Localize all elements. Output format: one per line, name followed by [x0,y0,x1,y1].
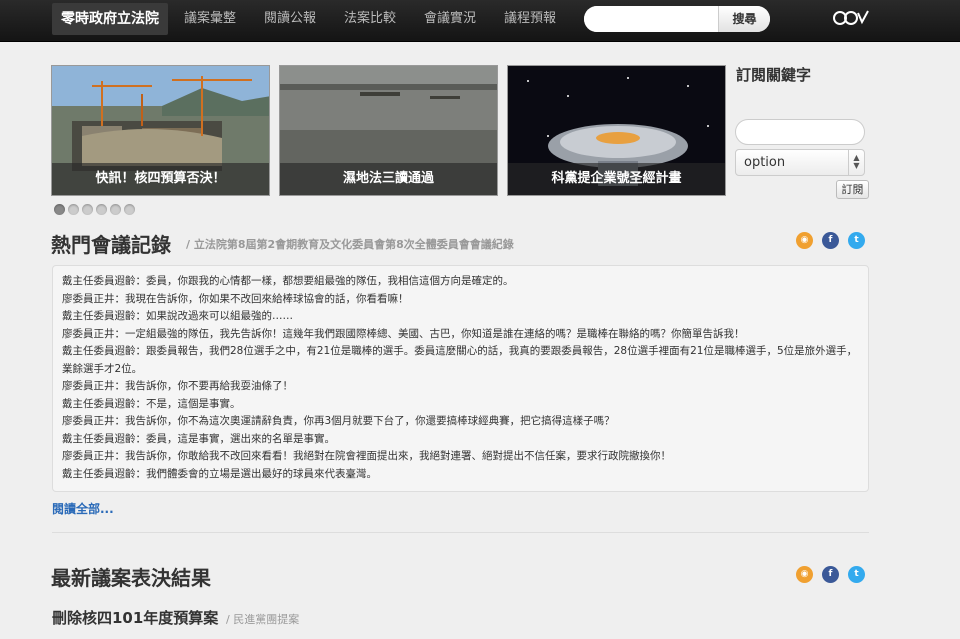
transcript-line: 戴主任委員遐齡：跟委員報告，我們28位選手之中，有21位是職棒的選手。委員這麼關… [62,345,858,375]
read-all-link[interactable]: 閱讀全部... [52,500,114,517]
transcript-line: 戴主任委員遐齡：不是，這個是事實。 [62,397,241,410]
facebook-icon[interactable]: f [822,232,839,249]
rss-icon[interactable]: ◉ [796,232,813,249]
carousel-slide-2[interactable]: 濕地法三讀通過 [279,65,498,196]
carousel-dot[interactable] [54,204,65,215]
meeting-transcript: 戴主任委員遐齡：委員，你跟我的心情都一樣，都想要組最強的隊伍，我相信這個方向是確… [52,265,869,492]
twitter-icon[interactable]: t [848,566,865,583]
transcript-line: 廖委員正井：我告訴你，你不為這次奧運請辭負責，你再3個月就要下台了，你還要搞棒球… [62,415,615,427]
facebook-icon[interactable]: f [822,566,839,583]
meeting-section-title: 熱門會議記錄 [51,233,171,257]
nav-item-agenda[interactable]: 議程預報 [504,0,556,38]
search-button[interactable]: 搜尋 [718,6,770,32]
bill-title[interactable]: 刪除核四101年度預算案 [52,607,218,628]
transcript-line: 戴主任委員遐齡：我們體委會的立場是選出最好的球員來代表臺灣。 [62,467,377,480]
transcript-line: 廖委員正井：一定組最強的隊伍，我先告訴你！這幾年我們跟國際棒總、美國、古巴，你知… [62,327,745,340]
slide-caption: 濕地法三讀通過 [280,163,497,195]
carousel-slide-1[interactable]: 快訊！核四預算否決！ [51,65,270,196]
top-navbar: 零時政府立法院 議案彙整 閱讀公報 法案比較 會議實況 議程預報 搜尋 [0,0,960,42]
g0v-logo-icon[interactable] [832,8,870,28]
subscribe-title: 訂閱關鍵字 [736,66,812,84]
carousel-dot[interactable] [82,204,93,215]
carousel-slide-3[interactable]: 科黨提企業號圣經計畫 [507,65,726,196]
meeting-section-subtitle[interactable]: / 立法院第8屆第2會期教育及文化委員會第8次全體委員會會議紀錄 [186,236,514,252]
subscribe-button[interactable]: 訂閱 [836,180,869,199]
section-divider [52,532,869,533]
nav-item-live[interactable]: 會議實況 [424,0,476,38]
search-box: 搜尋 [584,6,770,32]
select-value: option [744,155,786,170]
slide-caption: 快訊！核四預算否決！ [52,163,269,195]
select-arrows-icon: ▲ ▼ [848,150,864,175]
keyword-input[interactable] [735,119,865,145]
rss-icon[interactable]: ◉ [796,566,813,583]
bill-subtitle: / 民進黨團提案 [226,613,300,626]
search-input[interactable] [584,6,718,32]
twitter-icon[interactable]: t [848,232,865,249]
nav-item-gazette[interactable]: 閱讀公報 [264,0,316,38]
nav-item-compare[interactable]: 法案比較 [344,0,396,38]
transcript-line: 戴主任委員遐齡：委員，你跟我的心情都一樣，都想要組最強的隊伍，我相信這個方向是確… [62,275,514,287]
nav-item-bills[interactable]: 議案彙整 [184,0,236,38]
transcript-line: 戴主任委員遐齡：如果說改過來可以組最強的…… [62,310,293,322]
results-section-title: 最新議案表決結果 [51,566,211,590]
carousel-dot[interactable] [96,204,107,215]
keyword-select[interactable]: option ▲ ▼ [735,149,865,176]
brand-link[interactable]: 零時政府立法院 [52,3,168,35]
carousel-dot[interactable] [68,204,79,215]
transcript-line: 廖委員正井：我告訴你，你不要再給我耍油條了！ [62,380,293,392]
slide-caption: 科黨提企業號圣經計畫 [508,163,725,195]
transcript-line: 戴主任委員遐齡：委員，這是事實，選出來的名單是事實。 [62,432,335,445]
transcript-line: 廖委員正井：我告訴你，你敢給我不改回來看看！我絕對在院會裡面提出來，我絕對連署、… [62,450,671,462]
transcript-line: 廖委員正井：我現在告訴你，你如果不改回來給棒球協會的話，你看看嘛！ [62,292,409,305]
carousel-dot[interactable] [110,204,121,215]
carousel-dot[interactable] [124,204,135,215]
